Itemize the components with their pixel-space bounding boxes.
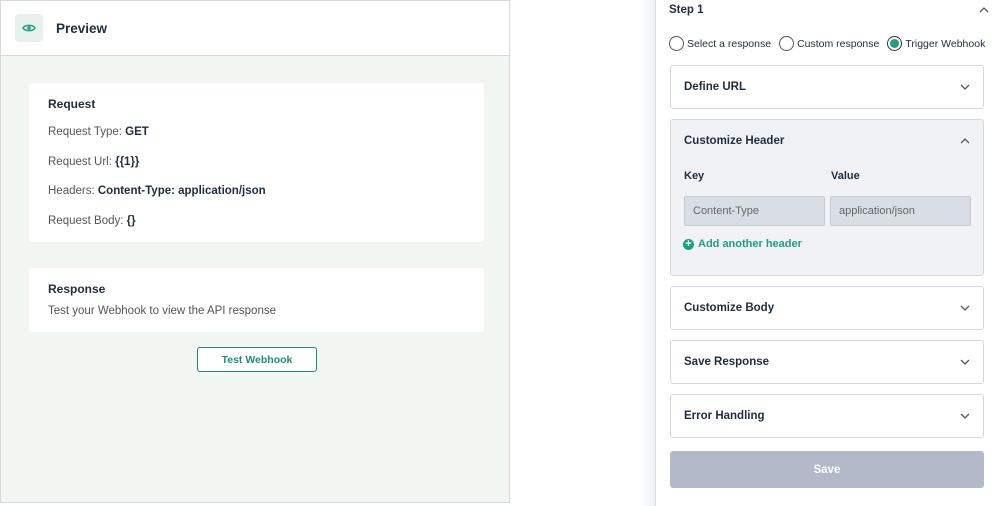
define-url-section: Define URL [670,65,984,109]
request-type-row: Request Type: GET [48,126,149,138]
customize-header-section: Customize Header Key Value Content-Type … [670,119,984,276]
request-body-row: Request Body: {} [48,215,136,227]
plus-circle-icon: + [683,238,694,250]
chevron-up-icon[interactable] [979,7,989,13]
save-button[interactable]: Save [670,451,984,488]
header-key-input[interactable]: Content-Type [684,196,825,226]
request-headers-label: Headers: [48,185,98,197]
preview-header: Preview [1,1,509,56]
panel-divider [640,0,656,506]
chevron-down-icon [960,359,970,365]
radio-checked-icon[interactable] [887,36,903,51]
response-card: Response Test your Webhook to view the A… [29,268,484,332]
test-webhook-button[interactable]: Test Webhook [197,347,317,372]
eye-icon [15,14,43,42]
request-body-label: Request Body: [48,215,127,227]
error-handling-toggle[interactable]: Error Handling [671,395,983,437]
radio-custom-response[interactable]: Custom response [779,36,879,51]
response-text: Test your Webhook to view the API respon… [48,305,276,317]
preview-body: Request Request Type: GET Request Url: {… [1,56,509,502]
chevron-up-icon [960,138,970,144]
preview-title: Preview [56,20,108,36]
customize-header-toggle[interactable]: Customize Header [671,120,983,162]
request-headers-value: Content-Type: application/json [97,185,266,197]
customize-body-label: Customize Body [684,302,775,314]
define-url-label: Define URL [684,81,746,93]
step-header[interactable]: Step 1 [669,0,989,20]
radio-circle-icon[interactable] [669,36,684,51]
customize-body-toggle[interactable]: Customize Body [671,287,983,329]
customize-body-section: Customize Body [670,286,984,330]
add-header-label: Add another header [698,238,802,250]
value-label: Value [831,170,860,182]
error-handling-section: Error Handling [670,394,984,438]
error-handling-label: Error Handling [684,410,765,422]
chevron-down-icon [960,305,970,311]
save-response-label: Save Response [684,356,770,368]
save-response-section: Save Response [670,340,984,384]
radio-label: Trigger Webhook [905,37,986,50]
request-card: Request Request Type: GET Request Url: {… [29,83,484,242]
radio-select-response[interactable]: Select a response [669,36,771,51]
radio-label: Custom response [797,37,880,50]
chevron-down-icon [960,413,970,419]
request-url-label: Request Url: [48,156,116,168]
key-label: Key [684,170,705,182]
header-value-input[interactable]: application/json [830,196,971,226]
settings-panel: Step 1 Select a response Custom response… [655,0,998,506]
add-header-link[interactable]: + Add another header [683,238,802,250]
define-url-toggle[interactable]: Define URL [671,66,983,108]
customize-header-label: Customize Header [684,135,785,147]
request-headers-row: Headers: Content-Type: application/json [48,185,266,197]
step-title: Step 1 [669,4,704,16]
save-response-toggle[interactable]: Save Response [671,341,983,383]
request-title: Request [48,97,96,111]
request-body-value: {} [126,215,136,227]
request-type-label: Request Type: [48,126,126,138]
request-url-row: Request Url: {{1}} [48,156,139,168]
header-column-labels: Key Value [684,170,860,182]
radio-circle-icon[interactable] [779,36,795,51]
response-type-radio-group: Select a response Custom response Trigge… [669,36,993,51]
chevron-down-icon [960,84,970,90]
radio-label: Select a response [687,37,772,50]
response-title: Response [48,282,106,296]
request-type-value: GET [125,126,149,138]
radio-trigger-webhook[interactable]: Trigger Webhook [887,36,985,51]
request-url-value: {{1}} [115,156,140,168]
preview-panel: Preview Request Request Type: GET Reques… [0,0,510,503]
